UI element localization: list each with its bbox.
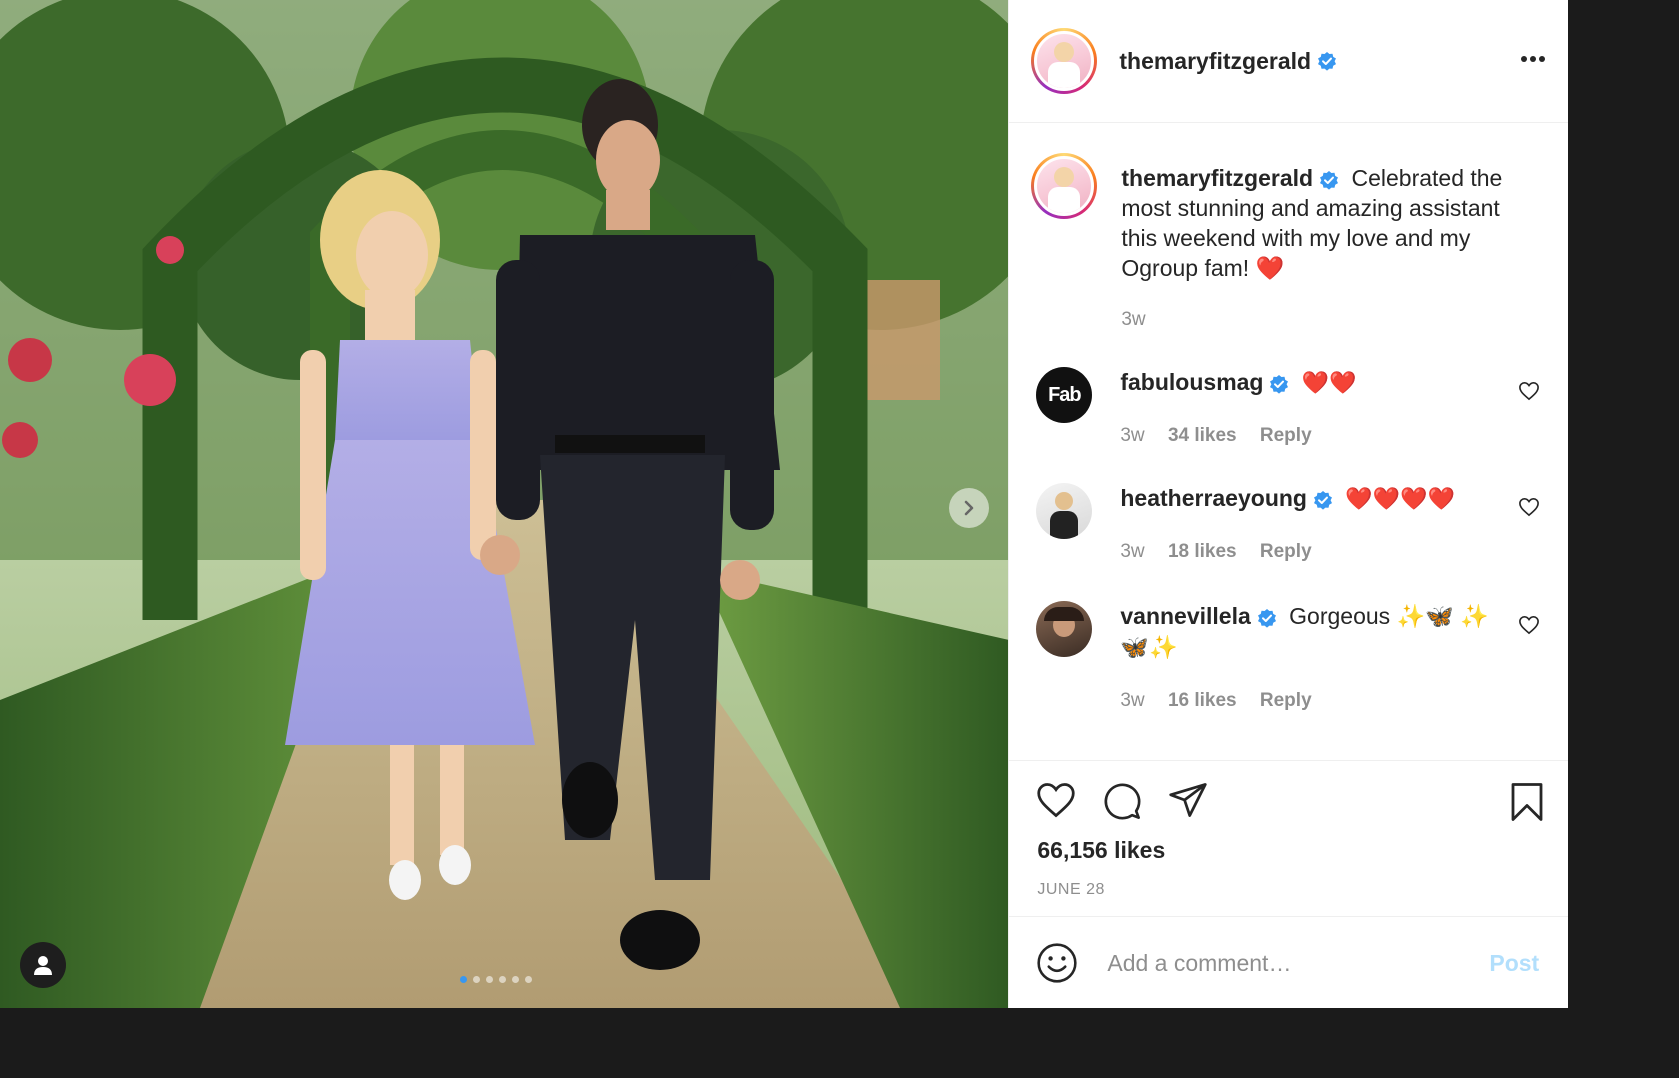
author-avatar-image (1034, 31, 1095, 91)
verified-badge-icon (1269, 374, 1289, 394)
reply-button[interactable]: Reply (1260, 541, 1312, 562)
comment-likes[interactable]: 18 likes (1168, 541, 1237, 562)
comment-avatar[interactable] (1036, 483, 1093, 539)
add-comment-bar: Post (1009, 916, 1568, 1008)
garden-couple-image (0, 0, 1009, 1008)
carousel-dot (486, 976, 493, 983)
comment-text: ❤️❤️ (1301, 370, 1357, 395)
heart-icon (1037, 783, 1076, 818)
comment-body: vannevillela Gorgeous ✨🦋 ✨🦋✨ 3w 16 likes… (1120, 601, 1490, 716)
verified-badge-icon (1257, 608, 1277, 628)
like-comment-button[interactable] (1518, 381, 1540, 406)
post-side-panel: themaryfitzgerald themaryfitzgerald Cele… (1008, 0, 1568, 1008)
carousel-indicator (460, 976, 532, 983)
fab-logo-text: Fab (1048, 383, 1082, 406)
author-avatar[interactable] (1031, 28, 1098, 94)
comment-likes[interactable]: 16 likes (1168, 690, 1237, 711)
post-comment-button[interactable]: Post (1489, 950, 1539, 977)
comment-item: Fab fabulousmag ❤️❤️ 3w 34 likes Reply (1036, 367, 1540, 451)
comment-timestamp[interactable]: 3w (1120, 690, 1144, 711)
comment-username[interactable]: vannevillela (1120, 603, 1250, 629)
post-date[interactable]: JUNE 28 (1037, 881, 1105, 899)
heart-icon (1519, 615, 1540, 635)
post-header: themaryfitzgerald (1009, 0, 1568, 123)
carousel-dot (512, 976, 519, 983)
comment-item: vannevillela Gorgeous ✨🦋 ✨🦋✨ 3w 16 likes… (1036, 601, 1540, 716)
emoji-icon (1037, 943, 1077, 983)
like-button[interactable] (1035, 781, 1077, 821)
chevron-right-icon (964, 500, 974, 516)
caption-username[interactable]: themaryfitzgerald (1121, 165, 1313, 191)
post-caption: themaryfitzgerald Celebrated the most st… (1031, 153, 1531, 335)
comments-list[interactable]: themaryfitzgerald Celebrated the most st… (1009, 123, 1568, 759)
share-icon (1169, 783, 1208, 817)
comment-input[interactable] (1105, 948, 1470, 978)
save-button[interactable] (1508, 781, 1546, 828)
like-comment-button[interactable] (1518, 497, 1540, 522)
comment-text: ❤️❤️❤️❤️ (1345, 486, 1455, 511)
post-dialog: themaryfitzgerald themaryfitzgerald Cele… (0, 0, 1568, 1008)
emoji-button[interactable] (1035, 941, 1079, 985)
user-tag-icon (34, 956, 52, 975)
comment-username[interactable]: fabulousmag (1120, 369, 1263, 395)
more-options-button[interactable] (1520, 50, 1546, 68)
post-actions: 66,156 likes JUNE 28 (1009, 760, 1568, 917)
comment-body: heatherraeyoung ❤️❤️❤️❤️ 3w 18 likes Rep… (1120, 483, 1490, 567)
comment-timestamp[interactable]: 3w (1120, 425, 1144, 446)
carousel-dot (473, 976, 480, 983)
post-photo[interactable] (0, 0, 1009, 1008)
bookmark-icon (1511, 783, 1543, 821)
caption-meta: 3w (1121, 305, 1531, 335)
caption-author-avatar[interactable] (1031, 153, 1098, 219)
verified-badge-icon (1317, 51, 1337, 71)
heart-icon (1519, 497, 1540, 517)
comment-icon (1104, 783, 1141, 820)
caption-body: themaryfitzgerald Celebrated the most st… (1121, 163, 1531, 335)
comment-likes[interactable]: 34 likes (1168, 425, 1237, 446)
author-username[interactable]: themaryfitzgerald (1119, 48, 1311, 75)
tagged-users-button[interactable] (20, 942, 66, 988)
comment-avatar[interactable]: Fab (1036, 367, 1093, 423)
comment-item: heatherraeyoung ❤️❤️❤️❤️ 3w 18 likes Rep… (1036, 483, 1540, 567)
share-button[interactable] (1167, 781, 1209, 821)
likes-count[interactable]: 66,156 likes (1037, 837, 1165, 864)
caption-author-avatar-image (1034, 156, 1095, 216)
comment-meta: 3w 18 likes Reply (1120, 536, 1490, 567)
comment-button[interactable] (1101, 781, 1143, 821)
comment-timestamp[interactable]: 3w (1120, 541, 1144, 562)
comment-username[interactable]: heatherraeyoung (1120, 485, 1307, 511)
next-photo-button[interactable] (949, 488, 989, 528)
carousel-dot (499, 976, 506, 983)
action-icons (1035, 781, 1209, 821)
verified-badge-icon (1313, 490, 1333, 510)
carousel-dot (525, 976, 532, 983)
heart-icon (1519, 381, 1540, 401)
caption-timestamp[interactable]: 3w (1121, 309, 1145, 330)
verified-badge-icon (1319, 170, 1339, 190)
comment-avatar[interactable] (1036, 601, 1093, 657)
carousel-dot (460, 976, 467, 983)
comment-meta: 3w 34 likes Reply (1120, 420, 1490, 451)
more-options-icon (1521, 56, 1546, 62)
like-comment-button[interactable] (1518, 615, 1540, 640)
reply-button[interactable]: Reply (1260, 425, 1312, 446)
reply-button[interactable]: Reply (1260, 690, 1312, 711)
comment-body: fabulousmag ❤️❤️ 3w 34 likes Reply (1120, 367, 1490, 451)
comment-meta: 3w 16 likes Reply (1120, 685, 1490, 716)
